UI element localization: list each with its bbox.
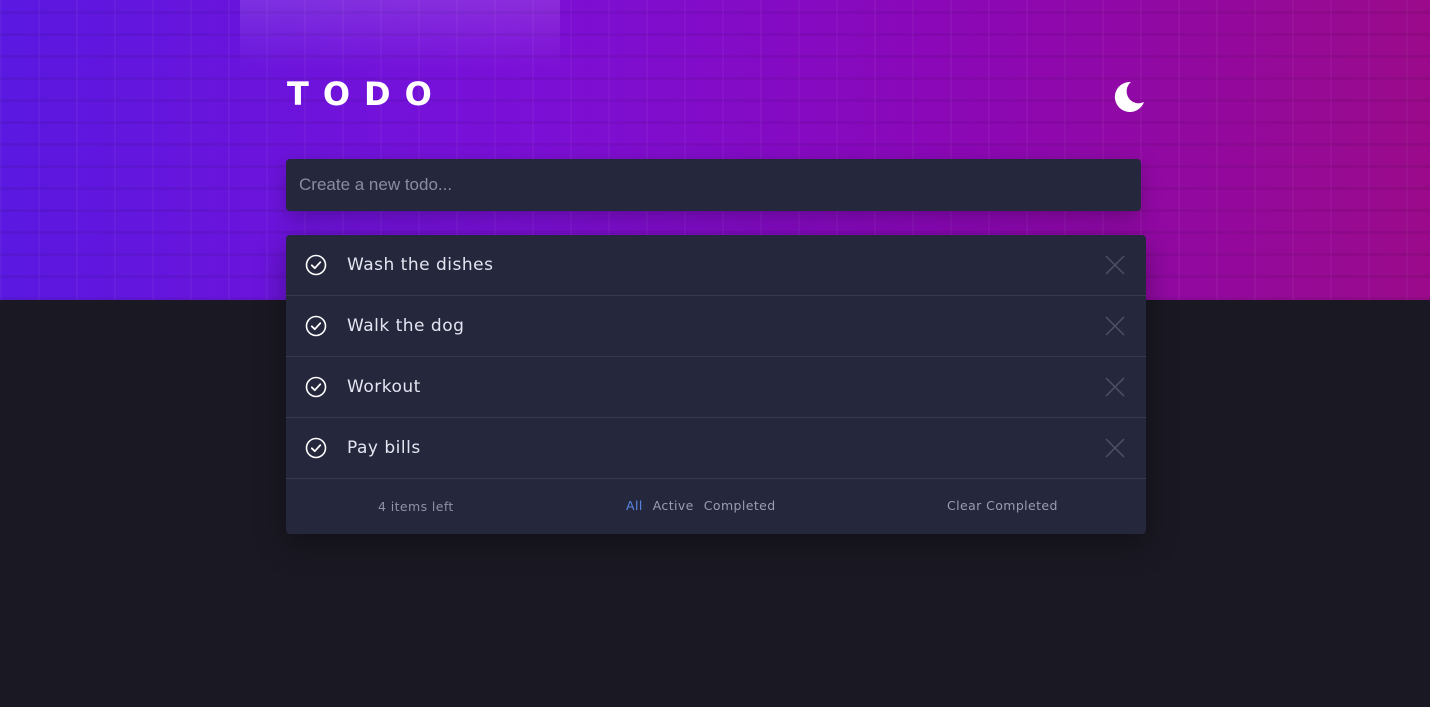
todo-footer: 4 items left All Active Completed Clear … [286, 479, 1146, 534]
filter-all[interactable]: All [626, 498, 643, 513]
todo-text: Pay bills [347, 438, 421, 458]
clear-completed-button[interactable]: Clear Completed [947, 498, 1058, 513]
todo-item[interactable]: Wash the dishes [286, 235, 1146, 296]
moon-icon[interactable] [1110, 78, 1148, 116]
todo-item[interactable]: Workout [286, 357, 1146, 418]
close-icon[interactable] [1105, 438, 1125, 458]
new-todo-input[interactable] [286, 159, 1141, 211]
check-circle-icon[interactable] [305, 254, 327, 276]
todo-item[interactable]: Walk the dog [286, 296, 1146, 357]
filter-completed[interactable]: Completed [704, 498, 776, 513]
close-icon[interactable] [1105, 255, 1125, 275]
check-circle-icon[interactable] [305, 437, 327, 459]
check-circle-icon[interactable] [305, 376, 327, 398]
todo-text: Walk the dog [347, 316, 465, 336]
filter-active[interactable]: Active [653, 498, 694, 513]
filter-group: All Active Completed [626, 498, 776, 513]
todo-text: Wash the dishes [347, 255, 494, 275]
items-left-count: 4 items left [378, 499, 454, 514]
close-icon[interactable] [1105, 316, 1125, 336]
app-title: TODO [287, 75, 446, 113]
todo-item[interactable]: Pay bills [286, 418, 1146, 479]
check-circle-icon[interactable] [305, 315, 327, 337]
todo-list: Wash the dishes Walk the dog Workout Pay… [286, 235, 1146, 534]
todo-text: Workout [347, 377, 421, 397]
close-icon[interactable] [1105, 377, 1125, 397]
